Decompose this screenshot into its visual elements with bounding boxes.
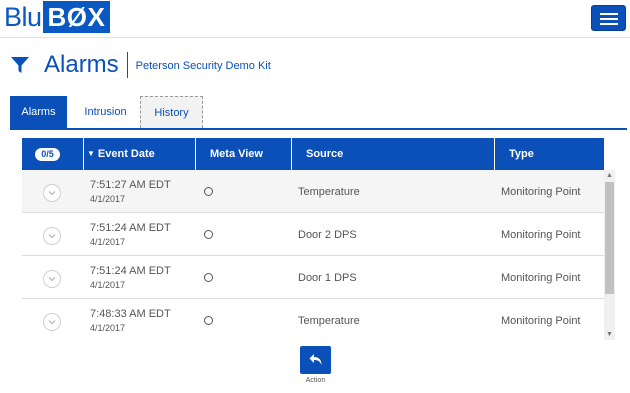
alarms-table: 0/5 ▼ Event Date Meta View Source Type 7:… — [22, 138, 604, 340]
expand-row-button[interactable] — [43, 313, 61, 331]
tab-history[interactable]: History — [140, 96, 203, 128]
type-cell: Monitoring Point — [501, 272, 581, 284]
type-cell: Monitoring Point — [501, 186, 581, 198]
type-cell: Monitoring Point — [501, 315, 581, 327]
column-label-source: Source — [306, 148, 344, 160]
column-header-type[interactable]: Type — [494, 138, 604, 170]
event-time: 7:51:24 AM EDT — [90, 222, 171, 234]
column-label-meta-view: Meta View — [210, 148, 263, 160]
table-row[interactable]: 7:51:24 AM EDT 4/1/2017 Door 2 DPS Monit… — [22, 213, 604, 256]
table-body: 7:51:27 AM EDT 4/1/2017 Temperature Moni… — [22, 170, 604, 340]
chevron-down-icon — [48, 320, 56, 325]
scroll-down-arrow-icon[interactable]: ▼ — [604, 329, 615, 340]
event-date: 4/1/2017 — [90, 194, 126, 204]
reply-arrow-icon — [309, 354, 321, 365]
column-header-event-date[interactable]: ▼ Event Date — [83, 138, 195, 170]
tab-alarms[interactable]: Alarms — [10, 96, 67, 128]
event-time: 7:51:27 AM EDT — [90, 179, 171, 191]
sort-desc-icon: ▼ — [87, 149, 95, 158]
action-label: Action — [305, 377, 326, 384]
event-date: 4/1/2017 — [90, 323, 126, 333]
scrollbar-thumb[interactable] — [605, 182, 614, 294]
event-date: 4/1/2017 — [90, 280, 126, 290]
table-header: 0/5 ▼ Event Date Meta View Source Type — [22, 138, 604, 170]
source-cell: Temperature — [298, 315, 360, 327]
expand-row-button[interactable] — [43, 270, 61, 288]
type-cell: Monitoring Point — [501, 229, 581, 241]
table-scrollbar[interactable]: ▲ ▼ — [604, 170, 615, 340]
hamburger-icon-line — [600, 18, 618, 20]
meta-view-radio[interactable] — [204, 316, 213, 325]
table-row[interactable]: 7:51:27 AM EDT 4/1/2017 Temperature Moni… — [22, 170, 604, 213]
source-cell: Door 2 DPS — [298, 229, 357, 241]
table-row[interactable]: 7:51:24 AM EDT 4/1/2017 Door 1 DPS Monit… — [22, 256, 604, 299]
event-time: 7:51:24 AM EDT — [90, 265, 171, 277]
source-cell: Door 1 DPS — [298, 272, 357, 284]
header-count-cell: 0/5 — [22, 138, 83, 170]
expand-row-button[interactable] — [43, 227, 61, 245]
expand-row-button[interactable] — [43, 184, 61, 202]
column-header-source[interactable]: Source — [291, 138, 494, 170]
page-header: Alarms Peterson Security Demo Kit — [10, 50, 271, 80]
top-bar: Blu BØX — [0, 0, 630, 38]
chevron-down-icon — [48, 234, 56, 239]
filter-icon[interactable] — [10, 54, 32, 76]
kit-name: Peterson Security Demo Kit — [135, 60, 271, 72]
event-time: 7:48:33 AM EDT — [90, 308, 171, 320]
count-badge: 0/5 — [35, 148, 60, 161]
logo-text-blu: Blu — [4, 1, 42, 32]
action-button[interactable] — [300, 346, 331, 374]
scroll-up-arrow-icon[interactable]: ▲ — [604, 170, 615, 181]
title-divider — [126, 52, 128, 78]
column-header-meta-view[interactable]: Meta View — [195, 138, 291, 170]
column-label-type: Type — [509, 148, 534, 160]
column-label-event-date: Event Date — [97, 148, 155, 160]
tab-bar: Alarms Intrusion History — [10, 96, 627, 130]
tab-intrusion[interactable]: Intrusion — [72, 96, 139, 128]
page-title: Alarms — [44, 51, 119, 78]
meta-view-radio[interactable] — [204, 230, 213, 239]
logo-text-box: BØX — [42, 1, 111, 33]
source-cell: Temperature — [298, 186, 360, 198]
meta-view-radio[interactable] — [204, 187, 213, 196]
bluebox-logo[interactable]: Blu BØX — [4, 1, 111, 33]
chevron-down-icon — [48, 191, 56, 196]
hamburger-icon — [600, 13, 618, 15]
meta-view-radio[interactable] — [204, 273, 213, 282]
chevron-down-icon — [48, 277, 56, 282]
table-row[interactable]: 7:48:33 AM EDT 4/1/2017 Temperature Moni… — [22, 299, 604, 340]
hamburger-menu-button[interactable] — [591, 5, 626, 31]
hamburger-icon-line — [600, 23, 618, 25]
event-date: 4/1/2017 — [90, 237, 126, 247]
